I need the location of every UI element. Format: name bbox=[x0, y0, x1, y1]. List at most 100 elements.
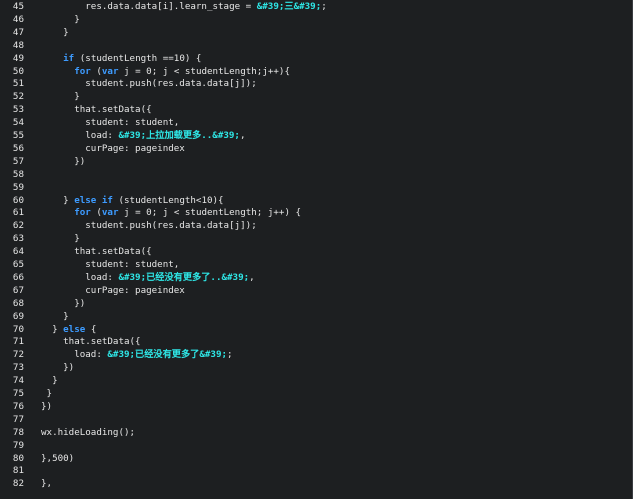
line-number: 58 bbox=[12, 168, 24, 180]
code-text: for (var j = 0; j < studentLength; j++) … bbox=[41, 206, 301, 219]
code-line[interactable]: 65 student: student, bbox=[0, 258, 632, 271]
line-number: 78 bbox=[12, 426, 24, 438]
code-line[interactable]: 55 load: &#39;上拉加载更多..&#39;, bbox=[0, 129, 632, 142]
code-line[interactable]: 52 } bbox=[0, 90, 632, 103]
code-token: { bbox=[85, 323, 97, 335]
code-line[interactable]: 82}, bbox=[0, 477, 632, 490]
code-text: }, bbox=[41, 477, 52, 490]
code-token: student.push(res.data.data[j]); bbox=[41, 220, 257, 232]
code-line[interactable]: 70 } else { bbox=[0, 323, 632, 336]
code-line[interactable]: 54 student: student, bbox=[0, 116, 632, 129]
code-text: wx.hideLoading(); bbox=[41, 426, 135, 439]
line-number: 54 bbox=[12, 117, 24, 129]
code-line[interactable]: 81 bbox=[0, 464, 632, 477]
code-token: }) bbox=[41, 400, 53, 412]
code-line[interactable]: 72 load: &#39;已经没有更多了&#39;; bbox=[0, 348, 632, 361]
line-number: 75 bbox=[12, 388, 24, 399]
code-line[interactable]: 60 } else if (studentLength<10){ bbox=[0, 194, 632, 207]
code-text: }) bbox=[41, 297, 85, 310]
code-token: ; bbox=[227, 349, 233, 361]
code-text: } bbox=[41, 13, 80, 26]
line-number: 64 bbox=[12, 246, 24, 258]
line-number: 73 bbox=[12, 362, 24, 374]
line-number: 60 bbox=[12, 194, 24, 206]
line-number: 71 bbox=[12, 336, 24, 348]
code-text: res.data.data[i].learn_stage = &#39;三&#3… bbox=[41, 0, 327, 13]
code-line[interactable]: 62 student.push(res.data.data[j]); bbox=[0, 219, 632, 232]
code-token: } bbox=[41, 26, 69, 38]
code-token: } bbox=[41, 194, 75, 206]
line-number: 56 bbox=[12, 142, 24, 154]
code-token: load: bbox=[41, 349, 108, 361]
code-line[interactable]: 63 } bbox=[0, 232, 632, 245]
code-text: for (var j = 0; j < studentLength;j++){ bbox=[41, 65, 290, 78]
code-line[interactable]: 57 }) bbox=[0, 155, 632, 168]
code-token: } bbox=[41, 233, 80, 245]
code-token: that.setData({ bbox=[41, 246, 152, 258]
code-line[interactable]: 73 }) bbox=[0, 361, 632, 374]
code-line[interactable]: 69 } bbox=[0, 310, 632, 323]
code-text: student.push(res.data.data[j]); bbox=[41, 219, 257, 232]
line-number: 82 bbox=[12, 478, 24, 490]
code-token: ; bbox=[321, 1, 327, 12]
code-line[interactable]: 68 }) bbox=[0, 297, 632, 310]
line-number: 80 bbox=[12, 452, 24, 464]
code-token: } bbox=[41, 310, 69, 322]
code-line[interactable]: 51 student.push(res.data.data[j]); bbox=[0, 77, 632, 90]
string-token: &#39;已经没有更多了&#39; bbox=[107, 349, 228, 361]
line-number: 45 bbox=[12, 1, 24, 12]
code-line[interactable]: 77 bbox=[0, 413, 632, 426]
code-token: student: student, bbox=[41, 259, 180, 270]
code-line[interactable]: 74 } bbox=[0, 374, 632, 387]
code-line[interactable]: 76}) bbox=[0, 400, 632, 413]
code-line[interactable]: 71 that.setData({ bbox=[0, 335, 632, 348]
code-token: } bbox=[41, 323, 64, 335]
code-text: }) bbox=[41, 155, 85, 168]
code-line[interactable]: 59 bbox=[0, 181, 632, 194]
code-token: load: bbox=[41, 271, 119, 283]
code-token: (studentLength<10){ bbox=[112, 194, 224, 206]
code-text: student: student, bbox=[41, 116, 179, 129]
line-number: 79 bbox=[12, 439, 24, 451]
line-number: 53 bbox=[12, 104, 24, 116]
line-number: 65 bbox=[12, 259, 24, 270]
code-token: ( bbox=[90, 65, 102, 77]
code-text: student: student, bbox=[41, 258, 179, 271]
code-line[interactable]: 47 } bbox=[0, 26, 632, 39]
code-line[interactable]: 61 for (var j = 0; j < studentLength; j+… bbox=[0, 206, 632, 219]
code-line[interactable]: 67 curPage: pageindex bbox=[0, 284, 632, 297]
code-line[interactable]: 46 } bbox=[0, 13, 632, 26]
code-line[interactable]: 75 } bbox=[0, 387, 632, 400]
code-token: j = 0; j < studentLength;j++){ bbox=[118, 65, 290, 77]
code-line[interactable]: 58 bbox=[0, 168, 632, 181]
keyword-token: for bbox=[74, 207, 91, 219]
code-token: res.data.data[i].learn_stage = bbox=[41, 1, 257, 12]
code-line[interactable]: 80},500) bbox=[0, 452, 632, 465]
code-text: curPage: pageindex bbox=[41, 284, 185, 297]
code-text: load: &#39;已经没有更多了..&#39;, bbox=[41, 271, 255, 284]
code-token: load: bbox=[41, 130, 119, 141]
code-editor[interactable]: 45 res.data.data[i].learn_stage = &#39;三… bbox=[0, 0, 633, 499]
code-token: } bbox=[41, 388, 53, 399]
code-line[interactable]: 78 wx.hideLoading(); bbox=[0, 426, 632, 439]
code-line[interactable]: 64 that.setData({ bbox=[0, 245, 632, 258]
code-line[interactable]: 79 bbox=[0, 439, 632, 452]
code-line[interactable]: 45 res.data.data[i].learn_stage = &#39;三… bbox=[0, 0, 632, 13]
code-text: }) bbox=[41, 400, 52, 413]
code-line[interactable]: 48 bbox=[0, 39, 632, 52]
code-line[interactable]: 66 load: &#39;已经没有更多了..&#39;, bbox=[0, 271, 632, 284]
code-line[interactable]: 53 that.setData({ bbox=[0, 103, 632, 116]
line-number: 55 bbox=[12, 130, 24, 141]
code-token: (studentLength ==10) { bbox=[74, 52, 202, 64]
code-line[interactable]: 56 curPage: pageindex bbox=[0, 142, 632, 155]
code-token: , bbox=[249, 271, 255, 283]
code-text: curPage: pageindex bbox=[41, 142, 185, 155]
string-token: &#39;已经没有更多了..&#39; bbox=[118, 271, 250, 283]
line-number: 69 bbox=[12, 310, 24, 322]
code-line[interactable]: 50 for (var j = 0; j < studentLength;j++… bbox=[0, 65, 632, 78]
code-token: that.setData({ bbox=[41, 104, 152, 116]
line-number: 59 bbox=[12, 181, 24, 193]
code-token: } bbox=[41, 375, 58, 387]
code-line[interactable]: 49 if (studentLength ==10) { bbox=[0, 52, 632, 65]
